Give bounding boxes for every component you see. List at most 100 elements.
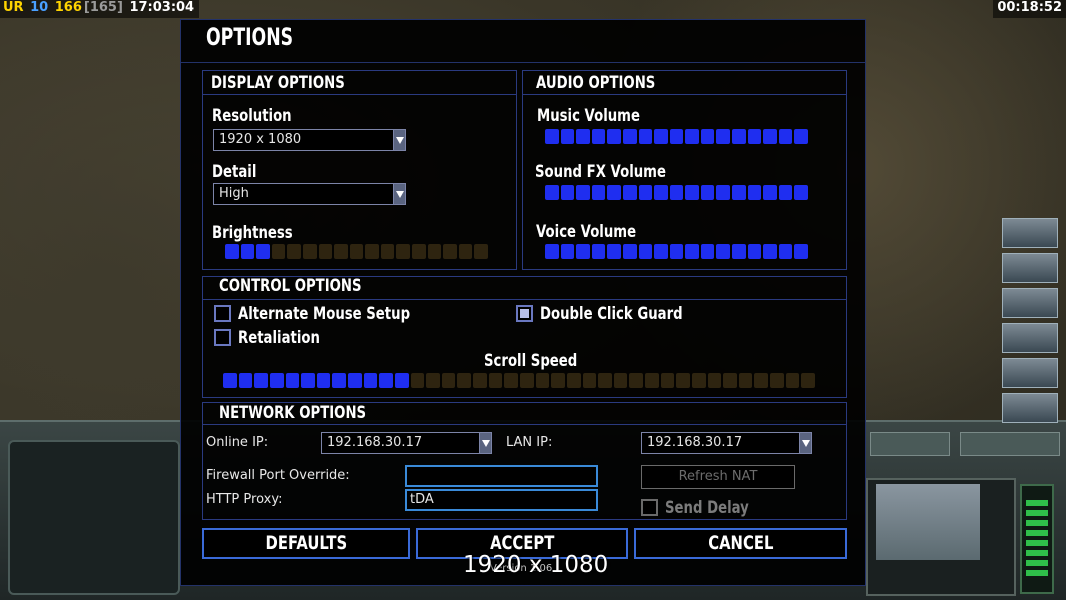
- slider-segment: [669, 129, 684, 144]
- build-queue-unit[interactable]: [1002, 218, 1058, 248]
- slider-segment: [622, 129, 637, 144]
- firewall-port-label: Firewall Port Override:: [206, 468, 350, 483]
- detail-label: Detail: [212, 162, 257, 182]
- slider-segment: [700, 185, 715, 200]
- power-meter-bar: [1026, 540, 1048, 546]
- refresh-nat-button[interactable]: Refresh NAT: [641, 465, 795, 489]
- slider-segment: [316, 373, 331, 388]
- control-options-heading: CONTROL OPTIONS: [219, 276, 362, 296]
- player-stats: UR 10 166 [165] 17:03:04: [0, 0, 200, 18]
- retaliation-checkbox[interactable]: [214, 329, 231, 346]
- send-delay-checkbox[interactable]: [641, 499, 658, 516]
- command-bar-tab-down[interactable]: [870, 432, 950, 456]
- slider-segment: [363, 373, 378, 388]
- chevron-down-icon[interactable]: [479, 433, 491, 453]
- power-meter-bar: [1026, 560, 1048, 566]
- alternate-mouse-checkbox[interactable]: [214, 305, 231, 322]
- slider-segment: [700, 244, 715, 259]
- slider-segment: [426, 373, 440, 388]
- slider-segment: [778, 185, 793, 200]
- slider-segment: [747, 244, 762, 259]
- slider-segment: [654, 244, 668, 259]
- slider-segment: [560, 244, 575, 259]
- slider-segment: [716, 185, 731, 200]
- audio-options-heading: AUDIO OPTIONS: [536, 73, 656, 93]
- send-delay-label: Send Delay: [665, 498, 749, 518]
- power-meter-bar: [1026, 570, 1048, 576]
- slider-segment: [785, 373, 800, 388]
- slider-segment: [794, 129, 808, 144]
- dialog-title: OPTIONS: [206, 23, 294, 51]
- slider-segment: [545, 185, 559, 200]
- defaults-button[interactable]: DEFAULTS: [202, 528, 410, 559]
- online-ip-value: 192.168.30.17: [327, 435, 423, 450]
- slider-segment: [223, 373, 237, 388]
- firewall-port-input[interactable]: [405, 465, 598, 487]
- display-options-heading: DISPLAY OPTIONS: [211, 73, 345, 93]
- scroll-speed-label: Scroll Speed: [484, 351, 578, 371]
- slider-segment: [622, 244, 637, 259]
- slider-segment: [379, 373, 393, 388]
- online-ip-dropdown[interactable]: 192.168.30.17: [321, 432, 492, 454]
- chevron-down-icon[interactable]: [393, 130, 405, 150]
- slider-segment: [582, 373, 597, 388]
- http-proxy-input[interactable]: tDA: [405, 489, 598, 511]
- slider-segment: [302, 244, 317, 259]
- audio-options-divider: [522, 94, 847, 95]
- slider-segment: [645, 373, 659, 388]
- brightness-label: Brightness: [212, 223, 293, 243]
- chevron-down-icon[interactable]: [799, 433, 811, 453]
- slider-segment: [576, 129, 590, 144]
- slider-segment: [458, 244, 473, 259]
- power-meter-bar: [1026, 550, 1048, 556]
- power-meter-bar: [1026, 510, 1048, 516]
- slider-segment: [707, 373, 722, 388]
- build-queue-unit[interactable]: [1002, 358, 1058, 388]
- slider-segment: [412, 244, 426, 259]
- slider-segment: [770, 373, 784, 388]
- slider-segment: [591, 244, 606, 259]
- lan-ip-dropdown[interactable]: 192.168.30.17: [641, 432, 812, 454]
- slider-segment: [747, 185, 762, 200]
- resolution-dropdown[interactable]: 1920 x 1080: [213, 129, 406, 151]
- build-queue-unit[interactable]: [1002, 288, 1058, 318]
- slider-segment: [441, 373, 456, 388]
- slider-segment: [669, 185, 684, 200]
- resolution-value: 1920 x 1080: [219, 132, 302, 147]
- chevron-down-icon[interactable]: [393, 184, 405, 204]
- brightness-slider[interactable]: [225, 244, 490, 259]
- slider-segment: [271, 244, 286, 259]
- detail-dropdown[interactable]: High: [213, 183, 406, 205]
- power-meter-bar: [1026, 500, 1048, 506]
- title-divider: [181, 62, 865, 63]
- command-bar-tab-rank[interactable]: [960, 432, 1060, 456]
- cancel-button[interactable]: CANCEL: [634, 528, 847, 559]
- music-volume-slider[interactable]: [545, 129, 810, 144]
- network-options-heading: NETWORK OPTIONS: [219, 403, 367, 423]
- slider-segment: [763, 129, 777, 144]
- double-click-guard-checkbox[interactable]: [516, 305, 533, 322]
- voice-volume-slider[interactable]: [545, 244, 810, 259]
- sfx-volume-slider[interactable]: [545, 185, 810, 200]
- stat-level: 10: [30, 0, 49, 15]
- slider-segment: [254, 373, 268, 388]
- stat-fps-bracket: [165]: [83, 0, 123, 15]
- slider-segment: [488, 373, 503, 388]
- slider-segment: [778, 129, 793, 144]
- slider-segment: [225, 244, 239, 259]
- scroll-speed-slider[interactable]: [223, 373, 817, 388]
- slider-segment: [607, 185, 621, 200]
- options-dialog: OPTIONS DISPLAY OPTIONS Resolution 1920 …: [180, 19, 866, 586]
- slider-segment: [685, 244, 699, 259]
- slider-segment: [654, 129, 668, 144]
- slider-segment: [638, 129, 653, 144]
- build-queue-unit[interactable]: [1002, 253, 1058, 283]
- control-options-divider: [202, 299, 847, 300]
- build-queue-unit[interactable]: [1002, 393, 1058, 423]
- slider-segment: [566, 373, 581, 388]
- radar-minimap[interactable]: [876, 484, 980, 560]
- sfx-volume-label: Sound FX Volume: [535, 162, 666, 182]
- stat-clock: 17:03:04: [129, 0, 195, 15]
- detail-value: High: [219, 186, 249, 201]
- build-queue-unit[interactable]: [1002, 323, 1058, 353]
